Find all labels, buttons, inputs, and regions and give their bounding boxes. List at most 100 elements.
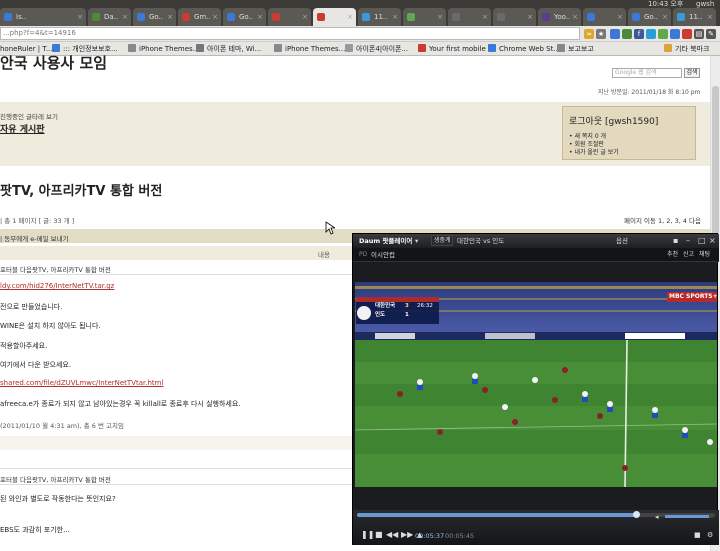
video-player-window[interactable]: Daum 팟플레이어 ▾ 옵션 ▪ – □ × 생중계 대한민국 vs 인도 P… [352,233,719,545]
browser-tab[interactable]: Is.. × [0,8,86,26]
browser-tab[interactable]: × [448,8,491,26]
bookmark-item[interactable]: 보고보고 [557,44,594,54]
topic-title[interactable]: 팟TV, 아프리카TV 통합 버전 [0,180,162,199]
recommend-button[interactable]: 추천 [667,250,678,260]
bookmark-label: iPhone Themes... [139,45,200,53]
browser-tab[interactable]: × [268,8,311,26]
browser-tab[interactable]: × [583,8,626,26]
thread-title[interactable]: 포터블 다음팟TV, 아프리카TV 통합 버전 [0,264,111,274]
previous-icon[interactable]: ◀◀ [386,530,398,540]
extension-icon[interactable] [658,29,668,39]
browser-tab[interactable]: Da.. × [88,8,131,26]
bookmark-item[interactable]: 기타 북마크 [664,44,709,54]
tab-close-icon[interactable]: × [617,8,623,26]
close-icon[interactable]: × [709,236,716,246]
browser-tab[interactable]: Gm.. × [178,8,221,26]
channel-source: PD [359,251,368,258]
tab-close-icon[interactable]: × [707,8,713,26]
browser-tab[interactable]: × [403,8,446,26]
system-clock[interactable]: 10:43 오후 [648,0,683,9]
wrench-icon[interactable]: ✎ [706,29,716,39]
settings-icon[interactable]: ⚙ [707,530,713,540]
tab-close-icon[interactable]: × [77,8,83,26]
tab-close-icon[interactable]: × [167,8,173,26]
tab-close-icon[interactable]: × [122,8,128,26]
pagination[interactable]: 페이지 이동 1, 2, 3, 4 다음 [624,215,701,225]
site-title[interactable]: 안국 사용사 모임 [0,52,107,73]
tab-favicon-icon [92,13,100,21]
seek-bar[interactable] [357,513,715,517]
browser-tab[interactable]: × [313,8,356,26]
player-brand[interactable]: Daum 팟플레이어 [359,236,412,246]
playlist-icon[interactable]: ■ [694,530,701,540]
tab-favicon-icon [542,13,550,21]
pause-icon[interactable]: ❚❚ [361,530,374,540]
tab-close-icon[interactable]: × [662,8,668,26]
volume-icon[interactable]: ◂ [655,512,659,522]
browser-tab[interactable]: Yoo.. × [538,8,581,26]
extension-icon[interactable] [610,29,620,39]
tab-close-icon[interactable]: × [347,8,353,26]
browser-tab[interactable]: Go.. × [223,8,266,26]
tab-close-icon[interactable]: × [212,8,218,26]
page-menu-icon[interactable]: ▤ [694,29,704,39]
board-subtitle[interactable]: 진행중인 글타래 보기 [0,111,58,121]
system-user[interactable]: gwsh [696,0,714,9]
report-button[interactable]: 신고 [683,250,694,260]
chat-button[interactable]: 채팅 [699,250,710,260]
bookmark-favicon-icon [196,44,204,52]
next-icon[interactable]: ▶▶ [401,530,413,540]
bookmark-item[interactable]: Your first mobile [418,44,486,54]
tab-close-icon[interactable]: × [572,8,578,26]
reply-title[interactable]: 포터블 다음팟TV, 아프리카TV 통합 버전 [0,474,111,484]
bookmark-item[interactable]: iPhone Themes... [128,44,199,54]
extension-icon[interactable] [670,29,680,39]
tab-close-icon[interactable]: × [527,8,533,26]
tab-close-icon[interactable]: × [482,8,488,26]
tab-close-icon[interactable]: × [392,8,398,26]
search-input[interactable]: Google 웹 검색 [612,68,682,78]
post-line: 전으로 만들었습니다. [0,303,63,311]
url-field[interactable]: ...php?f=4&t=14916 [0,27,580,40]
logout-link[interactable]: 로그아웃 [gwsh1590] [569,114,658,127]
match-clock: 26:32 [417,303,433,309]
rss-icon[interactable]: ≈ [584,29,594,39]
extension-icon[interactable] [682,29,692,39]
pin-icon[interactable]: ▪ [673,236,678,246]
channel-name[interactable]: 이시안컵 [371,250,395,260]
bookmark-item[interactable]: 아이폰 테마, Wi... [196,44,261,54]
search-button[interactable]: 검색 [684,68,700,78]
facebook-icon[interactable]: f [634,29,644,39]
bookmark-item[interactable]: iPhone Themes... [274,44,345,54]
reply-line: EBS도 과감히 포기한... [0,526,70,534]
live-tab[interactable]: 생중계 [431,235,453,246]
browser-tab[interactable]: 11.. × [673,8,716,26]
browser-tab[interactable]: Go.. × [628,8,671,26]
star-icon[interactable]: ★ [596,29,606,39]
player-options[interactable]: 옵션 [616,236,628,246]
player-titlebar[interactable]: Daum 팟플레이어 ▾ 옵션 ▪ – □ × [353,234,719,248]
scrollbar-thumb[interactable] [712,86,719,236]
browser-tab[interactable]: Go.. × [133,8,176,26]
stop-icon[interactable]: ■ [375,530,383,540]
extension-icon[interactable] [646,29,656,39]
bookmark-item[interactable]: 아이폰4|아이폰... [345,44,408,54]
video-frame[interactable]: 대한민국 3 26:32 인도 1 MBC SPORTS+ [355,282,717,487]
download-link[interactable]: shared.com/file/dZUVLmwc/InterNetTVtar.h… [0,379,163,387]
email-friend-link[interactable]: | 동무에게 e-메일 보내기 [0,233,69,243]
tab-label: Go.. [644,13,659,21]
board-name[interactable]: 자유 게시판 [0,122,45,135]
player-menu-icon[interactable]: ▾ [415,236,418,246]
download-link[interactable]: ldy.com/hid276/InterNetTV.tar.gz [0,282,114,290]
tab-close-icon[interactable]: × [302,8,308,26]
bookmark-item[interactable]: Chrome Web St... [488,44,560,54]
tab-close-icon[interactable]: × [437,8,443,26]
volume-slider[interactable] [665,515,713,518]
browser-tab[interactable]: 11.. × [358,8,401,26]
browser-tab[interactable]: × [493,8,536,26]
extension-icon[interactable] [622,29,632,39]
my-posts-link[interactable]: • 내가 올린 글 보기 [569,147,619,156]
tab-close-icon[interactable]: × [257,8,263,26]
minimize-icon[interactable]: – [686,236,690,246]
maximize-icon[interactable]: □ [698,236,706,246]
